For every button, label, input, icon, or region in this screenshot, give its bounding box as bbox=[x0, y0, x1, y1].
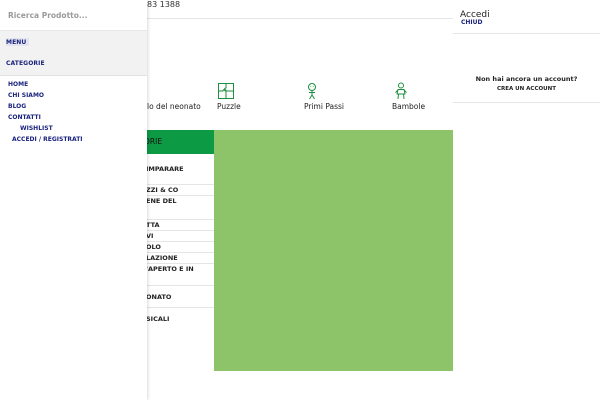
sidebar-category-item[interactable]: IMPARARE bbox=[141, 154, 214, 185]
sidebar-category-item[interactable]: ZZI & CO bbox=[141, 185, 214, 196]
category-label: lo del neonato bbox=[147, 102, 201, 111]
category-label: Primi Passi bbox=[304, 102, 345, 111]
baby-icon bbox=[147, 82, 165, 100]
header-divider bbox=[147, 18, 453, 19]
header-phone-number: 83 1388 bbox=[147, 0, 181, 9]
close-button[interactable]: CHIUD bbox=[461, 19, 483, 26]
menu-item-contatti[interactable]: CONTATTI bbox=[0, 112, 147, 123]
sidebar-category-item[interactable]: OLO bbox=[141, 242, 214, 253]
menu-item-home[interactable]: HOME bbox=[0, 79, 147, 90]
menu-tabs: MENU CATEGORIE bbox=[0, 31, 147, 76]
menu-item-wishlist[interactable]: WISHLIST bbox=[0, 123, 147, 134]
category-label: Puzzle bbox=[217, 102, 241, 111]
category-sidebar-header: ORIE bbox=[141, 130, 214, 154]
search-input[interactable] bbox=[0, 0, 148, 20]
main-menu: HOME CHI SIAMO BLOG CONTATTI WISHLIST AC… bbox=[0, 76, 147, 145]
login-divider bbox=[453, 102, 600, 103]
menu-item-chi-siamo[interactable]: CHI SIAMO bbox=[0, 90, 147, 101]
search-bar bbox=[0, 0, 148, 31]
category-bambole[interactable]: Bambole bbox=[392, 82, 425, 111]
sidebar-category-item[interactable]: 'APERTO E IN bbox=[141, 264, 214, 286]
login-header: Accedi CHIUD bbox=[453, 0, 600, 34]
sidebar-category-item[interactable]: TTA bbox=[141, 220, 214, 231]
doll-icon bbox=[392, 82, 410, 100]
puzzle-icon bbox=[217, 82, 235, 100]
no-account-text: Non hai ancora un account? bbox=[475, 75, 578, 83]
category-primi-passi[interactable]: Primi Passi bbox=[304, 82, 344, 111]
login-panel: Accedi CHIUD Non hai ancora un account? … bbox=[453, 0, 600, 400]
create-account-link[interactable]: CREA UN ACCOUNT bbox=[453, 86, 600, 92]
tab-categorie[interactable]: CATEGORIE bbox=[6, 60, 45, 67]
menu-item-accedi-registrati[interactable]: ACCEDI / REGISTRATI bbox=[0, 134, 147, 145]
sidebar-category-item[interactable]: LAZIONE bbox=[141, 253, 214, 264]
category-label: Bambole bbox=[392, 102, 426, 111]
category-neonato[interactable]: lo del neonato bbox=[147, 82, 201, 111]
category-puzzle[interactable]: Puzzle bbox=[217, 82, 241, 111]
offcanvas-menu: MENU CATEGORIE HOME CHI SIAMO BLOG CONTA… bbox=[0, 0, 148, 400]
category-sidebar: ORIE IMPARARE ZZI & CO ENE DEL TTA VI OL… bbox=[141, 130, 214, 330]
sidebar-category-item[interactable]: ONATO bbox=[141, 286, 214, 308]
hero-banner[interactable] bbox=[214, 130, 453, 371]
tab-menu[interactable]: MENU bbox=[6, 38, 30, 46]
child-walking-icon bbox=[304, 82, 322, 100]
sidebar-category-item[interactable]: ENE DEL bbox=[141, 196, 214, 220]
sidebar-category-item[interactable]: VI bbox=[141, 231, 214, 242]
sidebar-category-item[interactable]: SICALI bbox=[141, 308, 214, 330]
menu-item-blog[interactable]: BLOG bbox=[0, 101, 147, 112]
